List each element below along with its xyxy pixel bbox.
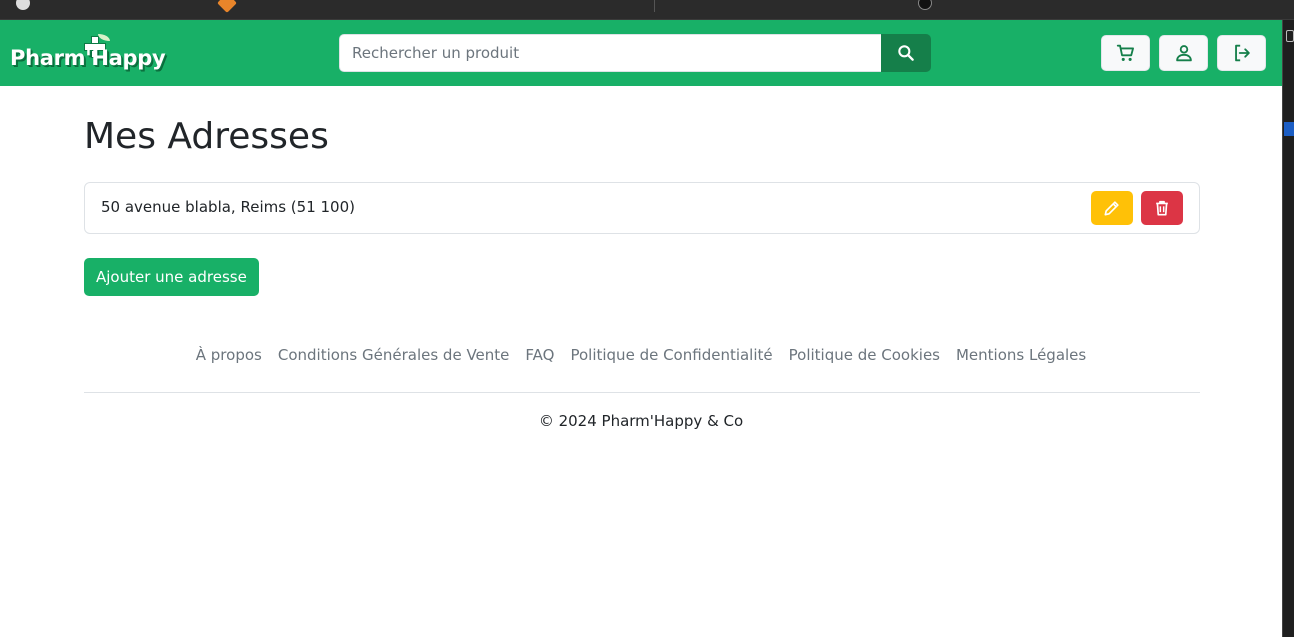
account-button[interactable] bbox=[1159, 35, 1208, 71]
cart-icon bbox=[1116, 44, 1134, 61]
page-viewport: Pharm'Happy Rechercher un produit Mes Ad… bbox=[0, 20, 1282, 637]
devtools-icon bbox=[1286, 30, 1294, 42]
devtools-selection-marker bbox=[1284, 122, 1294, 136]
pencil-icon bbox=[1104, 201, 1119, 216]
search-icon bbox=[898, 45, 914, 61]
search-button[interactable] bbox=[881, 34, 931, 72]
brand-logo-text: Pharm'Happy bbox=[10, 46, 166, 70]
cart-button[interactable] bbox=[1101, 35, 1150, 71]
footer-link-privacy[interactable]: Politique de Confidentialité bbox=[562, 346, 780, 364]
address-item: 50 avenue blabla, Reims (51 100) bbox=[84, 182, 1200, 234]
navbar: Pharm'Happy bbox=[0, 20, 1282, 86]
logout-button[interactable] bbox=[1217, 35, 1266, 71]
tab-favicon-icon bbox=[217, 0, 237, 13]
footer-link-legal[interactable]: Mentions Légales bbox=[948, 346, 1094, 364]
tab-separator bbox=[654, 0, 655, 12]
search-input[interactable] bbox=[339, 34, 882, 72]
delete-address-button[interactable] bbox=[1141, 191, 1183, 225]
add-address-button[interactable]: Ajouter une adresse bbox=[84, 258, 259, 296]
footer-link-faq[interactable]: FAQ bbox=[517, 346, 562, 364]
user-icon bbox=[1175, 45, 1192, 62]
devtools-panel-edge bbox=[1282, 20, 1294, 637]
footer-link-cgv[interactable]: Conditions Générales de Vente bbox=[270, 346, 518, 364]
page-title: Mes Adresses bbox=[84, 116, 329, 157]
browser-tab-strip bbox=[0, 0, 1294, 20]
tab-favicon-icon bbox=[918, 0, 932, 10]
copyright-text: © 2024 Pharm'Happy & Co bbox=[538, 412, 744, 430]
footer-links: À propos Conditions Générales de Vente F… bbox=[0, 346, 1282, 364]
search-form bbox=[339, 34, 931, 72]
trash-icon bbox=[1156, 200, 1168, 216]
footer-link-cookies[interactable]: Politique de Cookies bbox=[781, 346, 948, 364]
footer-link-about[interactable]: À propos bbox=[188, 346, 270, 364]
tab-favicon-icon bbox=[16, 0, 30, 10]
address-text: 50 avenue blabla, Reims (51 100) bbox=[101, 198, 355, 216]
edit-address-button[interactable] bbox=[1091, 191, 1133, 225]
logout-icon bbox=[1234, 44, 1250, 62]
brand-logo[interactable]: Pharm'Happy bbox=[10, 34, 170, 74]
footer-divider bbox=[84, 392, 1200, 393]
